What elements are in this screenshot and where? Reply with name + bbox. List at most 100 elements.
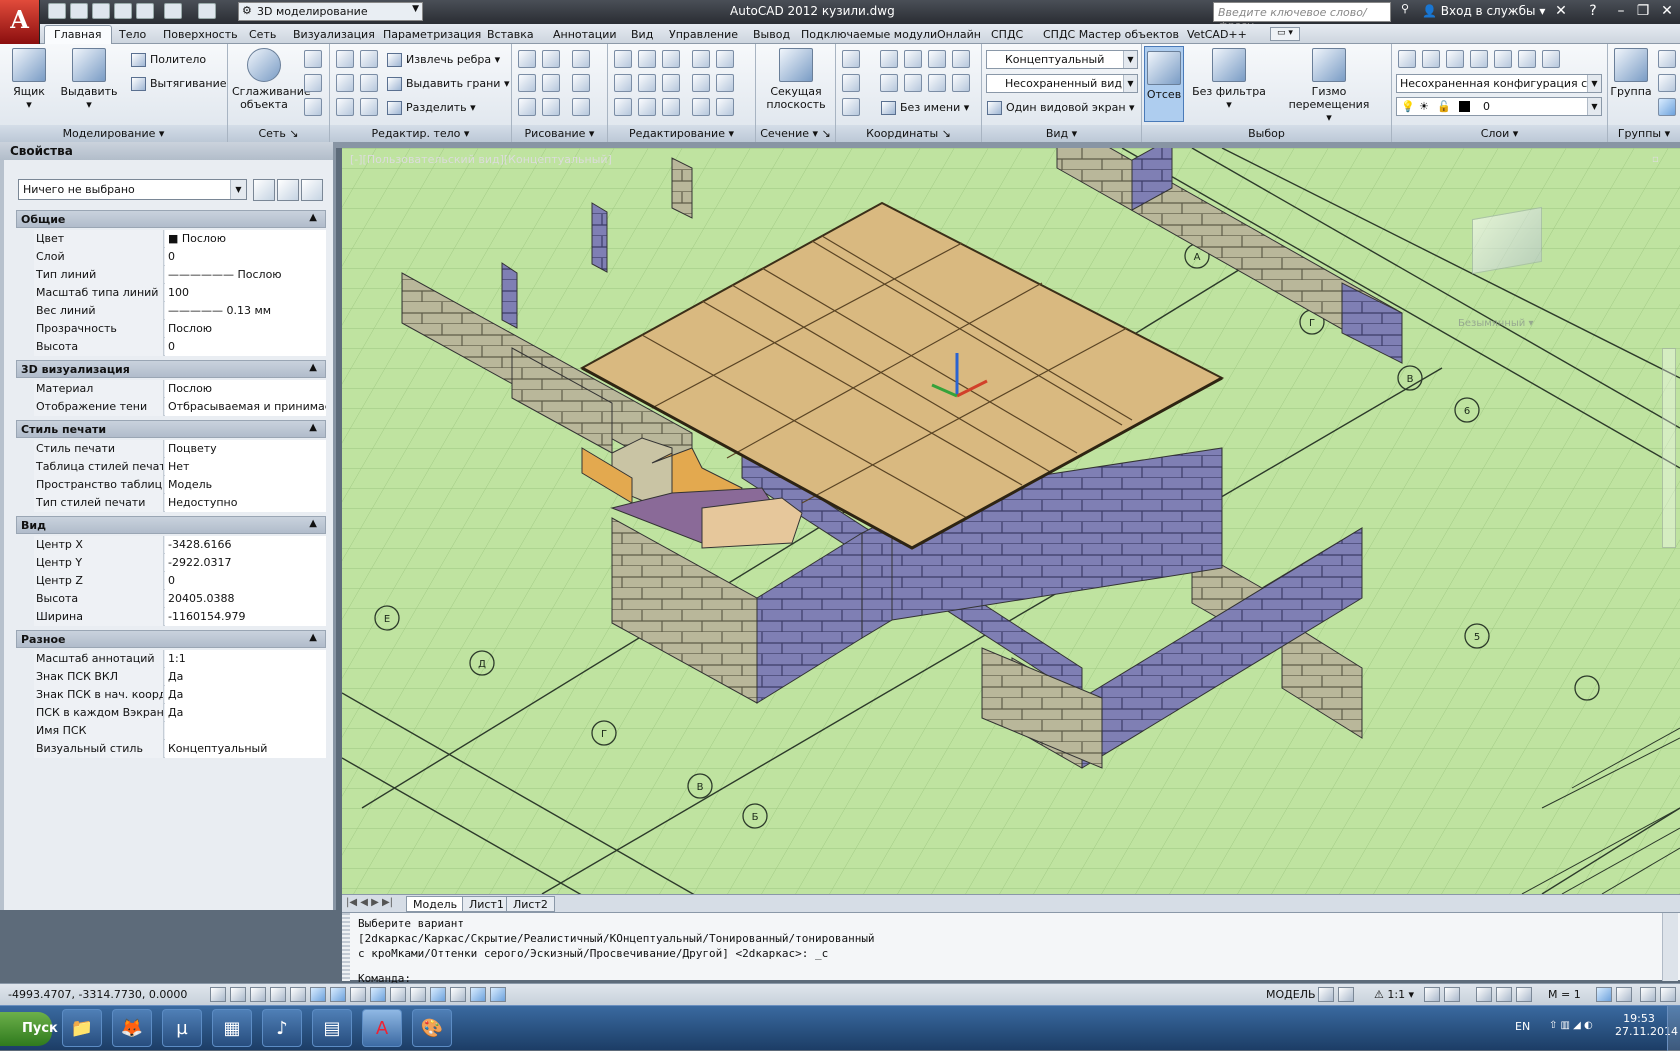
tab-manage[interactable]: Управление bbox=[660, 26, 747, 44]
property-value[interactable]: Модель bbox=[165, 476, 326, 494]
polysolid-button[interactable]: Политело bbox=[130, 50, 206, 70]
extrude-button[interactable]: Выдавить ▾ bbox=[58, 48, 120, 111]
status-menu-icon[interactable] bbox=[1640, 987, 1656, 1002]
slice-icon[interactable] bbox=[360, 50, 378, 68]
array-icon[interactable] bbox=[716, 98, 734, 116]
3d-align-icon[interactable] bbox=[638, 74, 656, 92]
group-button[interactable]: Группа bbox=[1610, 48, 1652, 98]
property-row[interactable]: Центр Y -2922.0317 bbox=[34, 554, 326, 572]
offset-icon[interactable] bbox=[614, 98, 632, 116]
viewport-label[interactable]: [-][Пользовательский вид][Концептуальный… bbox=[350, 153, 612, 166]
property-value[interactable]: ————— 0.13 мм bbox=[165, 302, 326, 320]
ucs-menu[interactable]: Безымянный ▾ bbox=[1458, 318, 1538, 334]
property-row[interactable]: Стиль печати Поцвету bbox=[34, 440, 326, 458]
otrack-icon[interactable] bbox=[350, 987, 366, 1002]
layer-state-dropdown[interactable]: Несохраненная конфигурация слоев ▼ bbox=[1396, 74, 1602, 93]
property-value[interactable]: -2922.0317 bbox=[165, 554, 326, 572]
tab-parametric[interactable]: Параметризация bbox=[374, 26, 490, 44]
ribbon-minimize-toggle[interactable]: ▭ ▾ bbox=[1270, 27, 1300, 41]
explode-icon[interactable] bbox=[692, 98, 710, 116]
erase-icon[interactable] bbox=[662, 98, 680, 116]
utorrent-icon[interactable]: µ bbox=[162, 1009, 202, 1047]
property-value[interactable]: Послою bbox=[165, 320, 326, 338]
property-value[interactable]: Концептуальный bbox=[165, 740, 326, 758]
property-row[interactable]: ПСК в каждом Вэкране Да bbox=[34, 704, 326, 722]
collapse-icon[interactable]: ▲ bbox=[309, 362, 317, 373]
layer-properties-icon[interactable] bbox=[1398, 50, 1416, 68]
thicken-icon[interactable] bbox=[360, 98, 378, 116]
annotation-monitor-icon[interactable] bbox=[490, 987, 506, 1002]
culling-button[interactable]: Отсев bbox=[1144, 46, 1184, 122]
property-value[interactable]: ■ Послою bbox=[165, 230, 326, 248]
new-file-icon[interactable] bbox=[48, 3, 66, 19]
property-row[interactable]: Материал Послою bbox=[34, 380, 326, 398]
3d-osnap-icon[interactable] bbox=[330, 987, 346, 1002]
property-section[interactable]: Стиль печати ▲ bbox=[16, 420, 326, 438]
viewport-config-dropdown[interactable]: Один видовой экран ▾ bbox=[986, 98, 1135, 118]
show-desktop-button[interactable] bbox=[1667, 1006, 1680, 1051]
start-button[interactable]: Пуск bbox=[0, 1012, 58, 1046]
select-objects-icon[interactable] bbox=[277, 179, 299, 201]
property-row[interactable]: Масштаб типа линий 100 bbox=[34, 284, 326, 302]
layer-off-icon[interactable] bbox=[1494, 50, 1512, 68]
line-icon[interactable] bbox=[518, 50, 536, 68]
clock[interactable]: 19:53 27.11.2014 bbox=[1615, 1012, 1678, 1038]
collapse-icon[interactable]: ▲ bbox=[309, 212, 317, 223]
property-row[interactable]: Центр X -3428.6166 bbox=[34, 536, 326, 554]
layer-match-icon[interactable] bbox=[1542, 50, 1560, 68]
drawing-viewport[interactable]: Е Д Г В Б А Г В 6 5 [-][Пользовательский… bbox=[342, 148, 1680, 894]
panel-groups-title[interactable]: Группы ▾ bbox=[1608, 125, 1680, 142]
tab-online[interactable]: Онлайн bbox=[928, 26, 990, 44]
property-value[interactable]: Да bbox=[165, 668, 326, 686]
property-row[interactable]: Центр Z0 bbox=[34, 572, 326, 590]
panel-modify-title[interactable]: Редактирование ▾ bbox=[608, 125, 755, 142]
union-icon[interactable] bbox=[336, 50, 354, 68]
property-value[interactable]: 100 bbox=[165, 284, 326, 302]
property-row[interactable]: Слой 0 bbox=[34, 248, 326, 266]
polar-icon[interactable] bbox=[290, 987, 306, 1002]
polyline-icon[interactable] bbox=[542, 50, 560, 68]
collapse-icon[interactable]: ▲ bbox=[309, 632, 317, 643]
tab-plugins[interactable]: Подключаемые модули bbox=[792, 26, 946, 44]
selection-dropdown[interactable]: Ничего не выбрано ▼ bbox=[18, 179, 247, 200]
layer-lock-icon[interactable] bbox=[1518, 50, 1536, 68]
current-layer-dropdown[interactable]: 💡 ☀ 🔓 0 ▼ bbox=[1396, 97, 1602, 116]
intersect-icon[interactable] bbox=[336, 98, 354, 116]
close-button[interactable]: ✕ bbox=[1656, 1, 1678, 21]
property-row[interactable]: Масштаб аннотаций 1:1 bbox=[34, 650, 326, 668]
viewport-maximize-icon[interactable]: ▫ bbox=[1652, 154, 1664, 166]
lineweight-icon[interactable] bbox=[410, 987, 426, 1002]
property-row[interactable]: Тип линий —————— Послою bbox=[34, 266, 326, 284]
sign-in-button[interactable]: 👤 Вход в службы ▾ bbox=[1422, 4, 1545, 18]
saved-view-dropdown[interactable]: Несохраненный вид ▼ bbox=[986, 74, 1138, 93]
tab-solid[interactable]: Тело bbox=[110, 26, 155, 44]
property-value[interactable]: 0 bbox=[165, 248, 326, 266]
ucs-icon-toggle[interactable] bbox=[842, 98, 860, 116]
tab-insert[interactable]: Вставка bbox=[478, 26, 543, 44]
restore-button[interactable]: ❐ bbox=[1632, 1, 1654, 21]
navigation-bar[interactable] bbox=[1662, 348, 1676, 548]
extract-edges-button[interactable]: Извлечь ребра ▾ bbox=[386, 50, 500, 70]
paint-icon[interactable]: 🎨 bbox=[412, 1009, 452, 1047]
save-as-icon[interactable] bbox=[114, 3, 132, 19]
circle-icon[interactable] bbox=[572, 74, 590, 92]
auto-scale-icon[interactable] bbox=[1444, 987, 1460, 1002]
panel-modeling-title[interactable]: Моделирование ▾ bbox=[0, 125, 227, 142]
media-player-icon[interactable]: ♪ bbox=[262, 1009, 302, 1047]
box-button[interactable]: Ящик ▾ bbox=[6, 48, 52, 111]
fillet-icon[interactable] bbox=[716, 74, 734, 92]
subtract-icon[interactable] bbox=[336, 74, 354, 92]
property-row[interactable]: Знак ПСК в нач. коорд. Да bbox=[34, 686, 326, 704]
tab-output[interactable]: Вывод bbox=[744, 26, 799, 44]
property-value[interactable]: -3428.6166 bbox=[165, 536, 326, 554]
help-icon[interactable]: ? bbox=[1582, 1, 1604, 21]
property-value[interactable]: Послою bbox=[165, 380, 326, 398]
panel-section-title[interactable]: Сечение ▾ ↘ bbox=[756, 125, 835, 142]
osnap-icon[interactable] bbox=[310, 987, 326, 1002]
property-value[interactable]: 0 bbox=[165, 572, 326, 590]
panel-layers-title[interactable]: Слои ▾ bbox=[1392, 125, 1607, 142]
ucs-world-icon[interactable] bbox=[880, 50, 898, 68]
property-row[interactable]: Знак ПСК ВКЛ Да bbox=[34, 668, 326, 686]
layer-freeze-icon[interactable] bbox=[1470, 50, 1488, 68]
exchange-icon[interactable]: ✕ bbox=[1550, 1, 1572, 21]
